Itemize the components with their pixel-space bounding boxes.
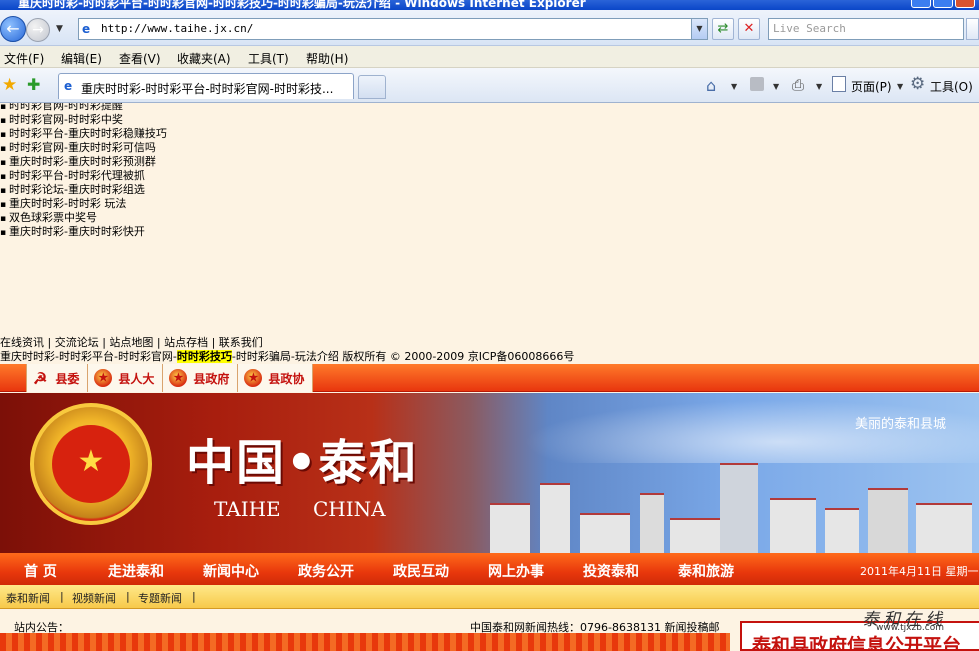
footer-links[interactable]: 在线资讯 | 交流论坛 | 站点地图 | 站点存档 | 联系我们: [0, 336, 263, 350]
feeds-icon[interactable]: [750, 77, 764, 91]
emblem-star-icon: ★: [52, 425, 130, 503]
menu-bar: 文件(F) 编辑(E) 查看(V) 收藏夹(A) 工具(T) 帮助(H): [0, 46, 979, 68]
menu-edit[interactable]: 编辑(E): [61, 50, 102, 67]
refresh-button[interactable]: ⇄: [712, 18, 734, 40]
site-subtitle: TAIHE CHINA: [214, 497, 386, 521]
gov-tab-congress[interactable]: ★ 县人大: [88, 364, 164, 392]
article-link-list: 时时彩官网-时时彩提醒 时时彩官网-时时彩中奖 时时彩平台-重庆时时彩稳赚技巧 …: [0, 103, 167, 239]
list-item[interactable]: 重庆时时彩-时时彩 玩法: [0, 197, 167, 211]
list-item[interactable]: 时时彩论坛-重庆时时彩组选: [0, 183, 167, 197]
nav-online-services[interactable]: 网上办事: [488, 561, 544, 581]
address-dropdown-button[interactable]: ▼: [691, 19, 707, 39]
home-icon[interactable]: ⌂: [706, 76, 716, 95]
cppcc-emblem-icon: ★: [244, 369, 263, 387]
stop-button[interactable]: ✕: [738, 18, 760, 40]
window-title-bar: 重庆时时彩-时时彩平台-时时彩官网-时时彩技巧-时时彩骗局-玩法介绍 - Win…: [0, 0, 979, 10]
favorites-star-icon[interactable]: ★: [2, 75, 17, 95]
page-menu-button[interactable]: 页面(P): [851, 78, 892, 95]
search-button[interactable]: [966, 18, 979, 40]
nav-government-affairs[interactable]: 政务公开: [298, 561, 354, 581]
tab-ie-icon: e: [64, 79, 73, 93]
list-item[interactable]: 双色球彩票中奖号: [0, 211, 167, 225]
address-url[interactable]: http://www.taihe.jx.cn/: [101, 22, 253, 35]
web-page: 时时彩官网-时时彩提醒 时时彩官网-时时彩中奖 时时彩平台-重庆时时彩稳赚技巧 …: [0, 103, 979, 651]
nav-investment[interactable]: 投资泰和: [583, 561, 639, 581]
gov-tabs: ☭ 县委 ★ 县人大 ★ 县政府 ★ 县政协: [26, 364, 314, 392]
print-icon[interactable]: ⎙: [792, 76, 804, 94]
footer-copyright: 重庆时时彩-时时彩平台-时时彩官网-时时彩技巧-时时彩骗局-玩法介绍 版权所有 …: [0, 350, 574, 364]
site-banner: ★ 中国•泰和 TAIHE CHINA 美丽的泰和县城: [0, 393, 979, 553]
list-item[interactable]: 时时彩官网-时时彩中奖: [0, 113, 167, 127]
footer-copy-post: -时时彩骗局-玩法介绍 版权所有 © 2000-2009 京ICP备060086…: [231, 350, 575, 363]
nav-interaction[interactable]: 政民互动: [393, 561, 449, 581]
subnav-special-news[interactable]: 专题新闻: [138, 590, 182, 606]
national-emblem: ★: [30, 403, 152, 525]
main-nav: 首 页 走进泰和 新闻中心 政务公开 政民互动 网上办事 投资泰和 泰和旅游 2…: [0, 553, 979, 585]
banner-slogan: 美丽的泰和县城: [855, 417, 947, 432]
search-input[interactable]: Live Search: [768, 18, 964, 40]
national-emblem-icon: ★: [94, 369, 113, 387]
gear-icon[interactable]: ⚙: [910, 74, 925, 94]
gov-tab-label: 县政协: [268, 371, 305, 386]
nav-about-taihe[interactable]: 走进泰和: [108, 561, 164, 581]
list-item[interactable]: 时时彩平台-时时彩代理被抓: [0, 169, 167, 183]
banner-cityscape: [470, 453, 979, 553]
list-item[interactable]: 重庆时时彩-重庆时时彩预测群: [0, 155, 167, 169]
site-name: 中国•泰和: [186, 435, 419, 491]
menu-tools[interactable]: 工具(T): [248, 50, 289, 67]
gov-tab-government[interactable]: ★ 县政府: [163, 364, 239, 392]
forward-button[interactable]: →: [26, 18, 50, 42]
national-emblem-icon: ★: [169, 369, 188, 387]
search-placeholder: Live Search: [773, 22, 846, 35]
nav-home[interactable]: 首 页: [24, 561, 57, 581]
gov-bar: ☭ 县委 ★ 县人大 ★ 县政府 ★ 县政协: [0, 364, 979, 392]
sub-nav: 泰和新闻 | 视频新闻 | 专题新闻 |: [0, 585, 979, 609]
page-icon[interactable]: [832, 76, 846, 92]
list-item[interactable]: 时时彩官网-时时彩提醒: [0, 103, 167, 113]
tab-toolbar: ★ ✚ e 重庆时时彩-时时彩平台-时时彩官网-时时彩技... ⌂ ▼ ▼ ⎙ …: [0, 68, 979, 103]
subnav-taihe-news[interactable]: 泰和新闻: [6, 590, 50, 606]
nav-tourism[interactable]: 泰和旅游: [678, 561, 734, 581]
menu-favorites[interactable]: 收藏夹(A): [177, 50, 231, 67]
footer-copy-pre: 重庆时时彩-时时彩平台-时时彩官网-: [0, 350, 177, 363]
list-item[interactable]: 时时彩官网-重庆时时彩可信吗: [0, 141, 167, 155]
menu-view[interactable]: 查看(V): [119, 50, 161, 67]
menu-file[interactable]: 文件(F): [4, 50, 44, 67]
gov-tab-cppcc[interactable]: ★ 县政协: [238, 364, 314, 392]
list-item[interactable]: 时时彩平台-重庆时时彩稳赚技巧: [0, 127, 167, 141]
watermark-url: www.tjxzb.com: [876, 623, 944, 633]
tab-active[interactable]: e 重庆时时彩-时时彩平台-时时彩官网-时时彩技...: [58, 73, 354, 99]
history-dropdown-icon[interactable]: ▼: [56, 24, 63, 34]
tools-menu-button[interactable]: 工具(O): [930, 78, 973, 95]
new-tab-button[interactable]: [358, 75, 386, 99]
print-dropdown-icon[interactable]: ▼: [816, 82, 822, 91]
gov-tab-party-committee[interactable]: ☭ 县委: [27, 364, 89, 392]
ie-page-icon: e: [82, 22, 91, 36]
back-button[interactable]: ←: [0, 16, 26, 42]
feeds-dropdown-icon[interactable]: ▼: [773, 82, 779, 91]
address-bar[interactable]: e http://www.taihe.jx.cn/ ▼: [78, 18, 708, 40]
gov-tab-label: 县委: [55, 371, 80, 386]
tab-title: 重庆时时彩-时时彩平台-时时彩官网-时时彩技...: [81, 82, 334, 96]
subnav-video-news[interactable]: 视频新闻: [72, 590, 116, 606]
gov-tab-label: 县政府: [193, 371, 230, 386]
info-panel-title: 泰和县政府信息公开平台: [752, 635, 962, 651]
menu-help[interactable]: 帮助(H): [306, 50, 348, 67]
gov-tab-label: 县人大: [118, 371, 155, 386]
minimize-button[interactable]: [911, 0, 931, 8]
home-dropdown-icon[interactable]: ▼: [731, 82, 737, 91]
current-date: 2011年4月11日 星期一: [860, 565, 979, 578]
page-dropdown-icon[interactable]: ▼: [897, 82, 903, 91]
list-item[interactable]: 重庆时时彩-重庆时时彩快开: [0, 225, 167, 239]
hammer-sickle-icon: ☭: [33, 368, 48, 388]
add-favorite-icon[interactable]: ✚: [27, 75, 40, 94]
window-title: 重庆时时彩-时时彩平台-时时彩官网-时时彩技巧-时时彩骗局-玩法介绍 - Win…: [18, 0, 586, 10]
nav-news-center[interactable]: 新闻中心: [203, 561, 259, 581]
address-toolbar: ← → ▼ e http://www.taihe.jx.cn/ ▼ ⇄ ✕ Li…: [0, 10, 979, 46]
maximize-button[interactable]: [933, 0, 953, 8]
footer-copy-highlight: 时时彩技巧: [176, 350, 232, 363]
close-window-button[interactable]: [955, 0, 975, 8]
decorative-strip: [0, 633, 730, 651]
